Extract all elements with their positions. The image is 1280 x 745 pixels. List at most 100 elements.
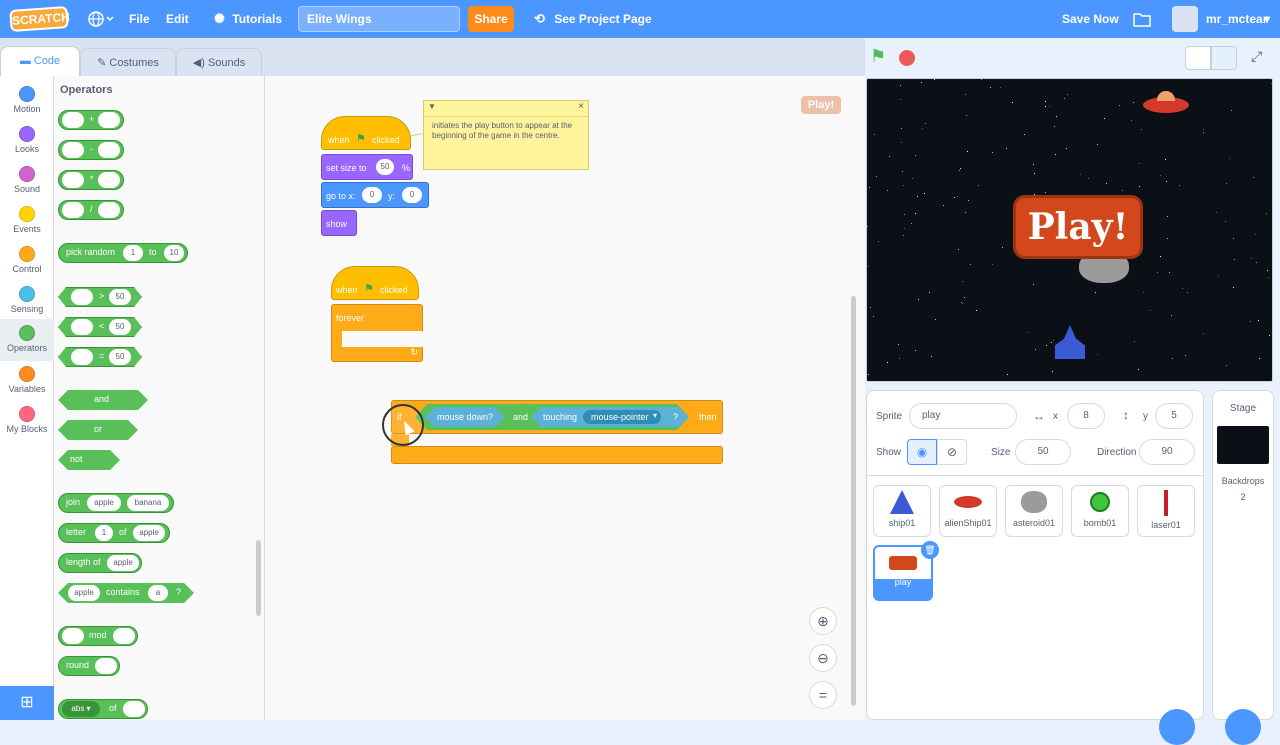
slot[interactable]: a (148, 585, 168, 601)
stage-selector[interactable]: Stage Backdrops 2 (1212, 390, 1274, 745)
y-input[interactable]: 5 (1155, 403, 1193, 429)
tab-code[interactable]: ▬ Code (0, 46, 80, 76)
scratch-logo[interactable]: SCRATCH (9, 6, 70, 32)
file-menu[interactable]: File (129, 0, 150, 38)
size-input[interactable]: 50 (376, 159, 394, 175)
slot[interactable] (71, 349, 93, 365)
direction-input[interactable]: 90 (1139, 439, 1195, 465)
tab-sounds[interactable]: ◀) Sounds (176, 48, 262, 76)
small-stage-button[interactable] (1185, 46, 1211, 70)
tab-costumes[interactable]: ✎ Costumes (80, 48, 176, 76)
slot[interactable] (71, 289, 93, 305)
slot[interactable] (62, 142, 84, 158)
sprite-thumb-alienship01[interactable]: alienShip01 (939, 485, 997, 537)
language-button[interactable] (86, 0, 114, 38)
project-title-input[interactable]: Elite Wings (298, 6, 460, 32)
username-menu[interactable]: mr_mctear (1206, 0, 1267, 38)
slot[interactable] (98, 142, 120, 158)
slot[interactable] (98, 112, 120, 128)
sprite-thumb-ship01[interactable]: ship01 (873, 485, 931, 537)
palette-scrollbar[interactable] (256, 540, 261, 616)
slot[interactable]: 10 (164, 245, 184, 261)
forever-block[interactable]: forever ↻ (331, 304, 424, 362)
sprite-thumb-asteroid01[interactable]: asteroid01 (1005, 485, 1063, 537)
not-block[interactable]: not (58, 450, 120, 470)
tutorials-button[interactable]: ✺ Tutorials (214, 0, 282, 38)
mod-block[interactable]: mod (58, 626, 138, 646)
slot[interactable]: apple (87, 495, 121, 511)
category-my-blocks[interactable]: My Blocks (0, 400, 54, 440)
abs-of-block[interactable]: abs ▾ of (58, 699, 148, 719)
abs-dropdown[interactable]: abs ▾ (62, 701, 100, 717)
share-button[interactable]: Share (468, 6, 514, 32)
slot[interactable] (98, 202, 120, 218)
pick-random-block[interactable]: pick random 1 to 10 (58, 243, 188, 263)
x-input[interactable]: 0 (362, 187, 382, 203)
or-block[interactable]: or (58, 420, 138, 440)
when-flag-clicked-hat[interactable]: when ⚑ clicked (321, 116, 411, 150)
and-block[interactable]: and (58, 390, 148, 410)
sprite-thumb-bomb01[interactable]: bomb01 (1071, 485, 1129, 537)
chevron-down-icon[interactable]: ▾ (1264, 0, 1270, 38)
slot[interactable]: banana (127, 495, 169, 511)
x-input[interactable]: 8 (1067, 403, 1105, 429)
add-sprite-button[interactable] (1159, 709, 1195, 745)
my-stuff-button[interactable] (1132, 0, 1152, 38)
round-block[interactable]: round (58, 656, 120, 676)
fullscreen-icon[interactable]: ⤢ (1251, 48, 1262, 65)
category-events[interactable]: Events (0, 200, 54, 240)
stop-icon[interactable] (899, 50, 915, 66)
slot[interactable]: 50 (109, 289, 131, 305)
subtract-block[interactable]: - (58, 140, 124, 160)
zoom-in-button[interactable]: ⊕ (809, 607, 837, 635)
divide-block[interactable]: / (58, 200, 124, 220)
show-block[interactable]: show (321, 210, 357, 236)
slot[interactable] (113, 628, 135, 644)
slot[interactable]: 50 (109, 349, 131, 365)
letter-of-block[interactable]: letter 1 of apple (58, 523, 170, 543)
large-stage-button[interactable] (1211, 46, 1237, 70)
sprite-name-input[interactable]: play (909, 403, 1017, 429)
category-motion[interactable]: Motion (0, 80, 54, 120)
slot[interactable]: apple (133, 525, 165, 541)
contains-block[interactable]: apple contains a? (58, 583, 194, 603)
close-icon[interactable]: × (578, 101, 584, 112)
slot[interactable]: apple (107, 555, 139, 571)
equals-block[interactable]: = 50 (58, 347, 142, 367)
show-hidden-button[interactable]: ⊘ (937, 439, 967, 465)
sprite-thumb-laser01[interactable]: laser01 (1137, 485, 1195, 537)
slot[interactable] (62, 112, 84, 128)
stage-canvas[interactable]: Play! (866, 78, 1273, 382)
avatar[interactable] (1172, 6, 1198, 32)
multiply-block[interactable]: * (58, 170, 124, 190)
if-then-block[interactable]: if mouse down? and touching mouse-pointe… (391, 400, 723, 466)
category-operators[interactable]: Operators (0, 319, 54, 361)
join-block[interactable]: join apple banana (58, 493, 174, 513)
edit-menu[interactable]: Edit (166, 0, 189, 38)
slot[interactable] (98, 172, 120, 188)
see-project-page-button[interactable]: ⟲ See Project Page (534, 0, 652, 38)
set-size-block[interactable]: set size to 50 % (321, 154, 413, 180)
less-than-block[interactable]: <50 (58, 317, 142, 337)
slot[interactable] (71, 319, 93, 335)
delete-sprite-button[interactable]: 🗑 (921, 541, 939, 559)
green-flag-icon[interactable]: ⚑ (870, 46, 886, 67)
length-of-block[interactable]: length of apple (58, 553, 142, 573)
workspace-scrollbar[interactable] (851, 296, 856, 706)
slot[interactable] (62, 202, 84, 218)
go-to-xy-block[interactable]: go to x: 0 y: 0 (321, 182, 429, 208)
comment-text[interactable]: initiates the play button to appear at t… (424, 117, 588, 145)
comment-note[interactable]: ▼ × initiates the play button to appear … (423, 100, 589, 170)
category-looks[interactable]: Looks (0, 120, 54, 160)
zoom-reset-button[interactable]: = (809, 681, 837, 709)
collapse-icon[interactable]: ▼ (428, 102, 436, 111)
add-backdrop-button[interactable] (1225, 709, 1261, 745)
zoom-out-button[interactable]: ⊖ (809, 644, 837, 672)
y-input[interactable]: 0 (402, 187, 422, 203)
slot[interactable] (62, 172, 84, 188)
category-control[interactable]: Control (0, 240, 54, 280)
slot[interactable] (123, 701, 145, 717)
slot[interactable]: 1 (95, 525, 113, 541)
category-sensing[interactable]: Sensing (0, 280, 54, 320)
slot[interactable] (62, 628, 84, 644)
